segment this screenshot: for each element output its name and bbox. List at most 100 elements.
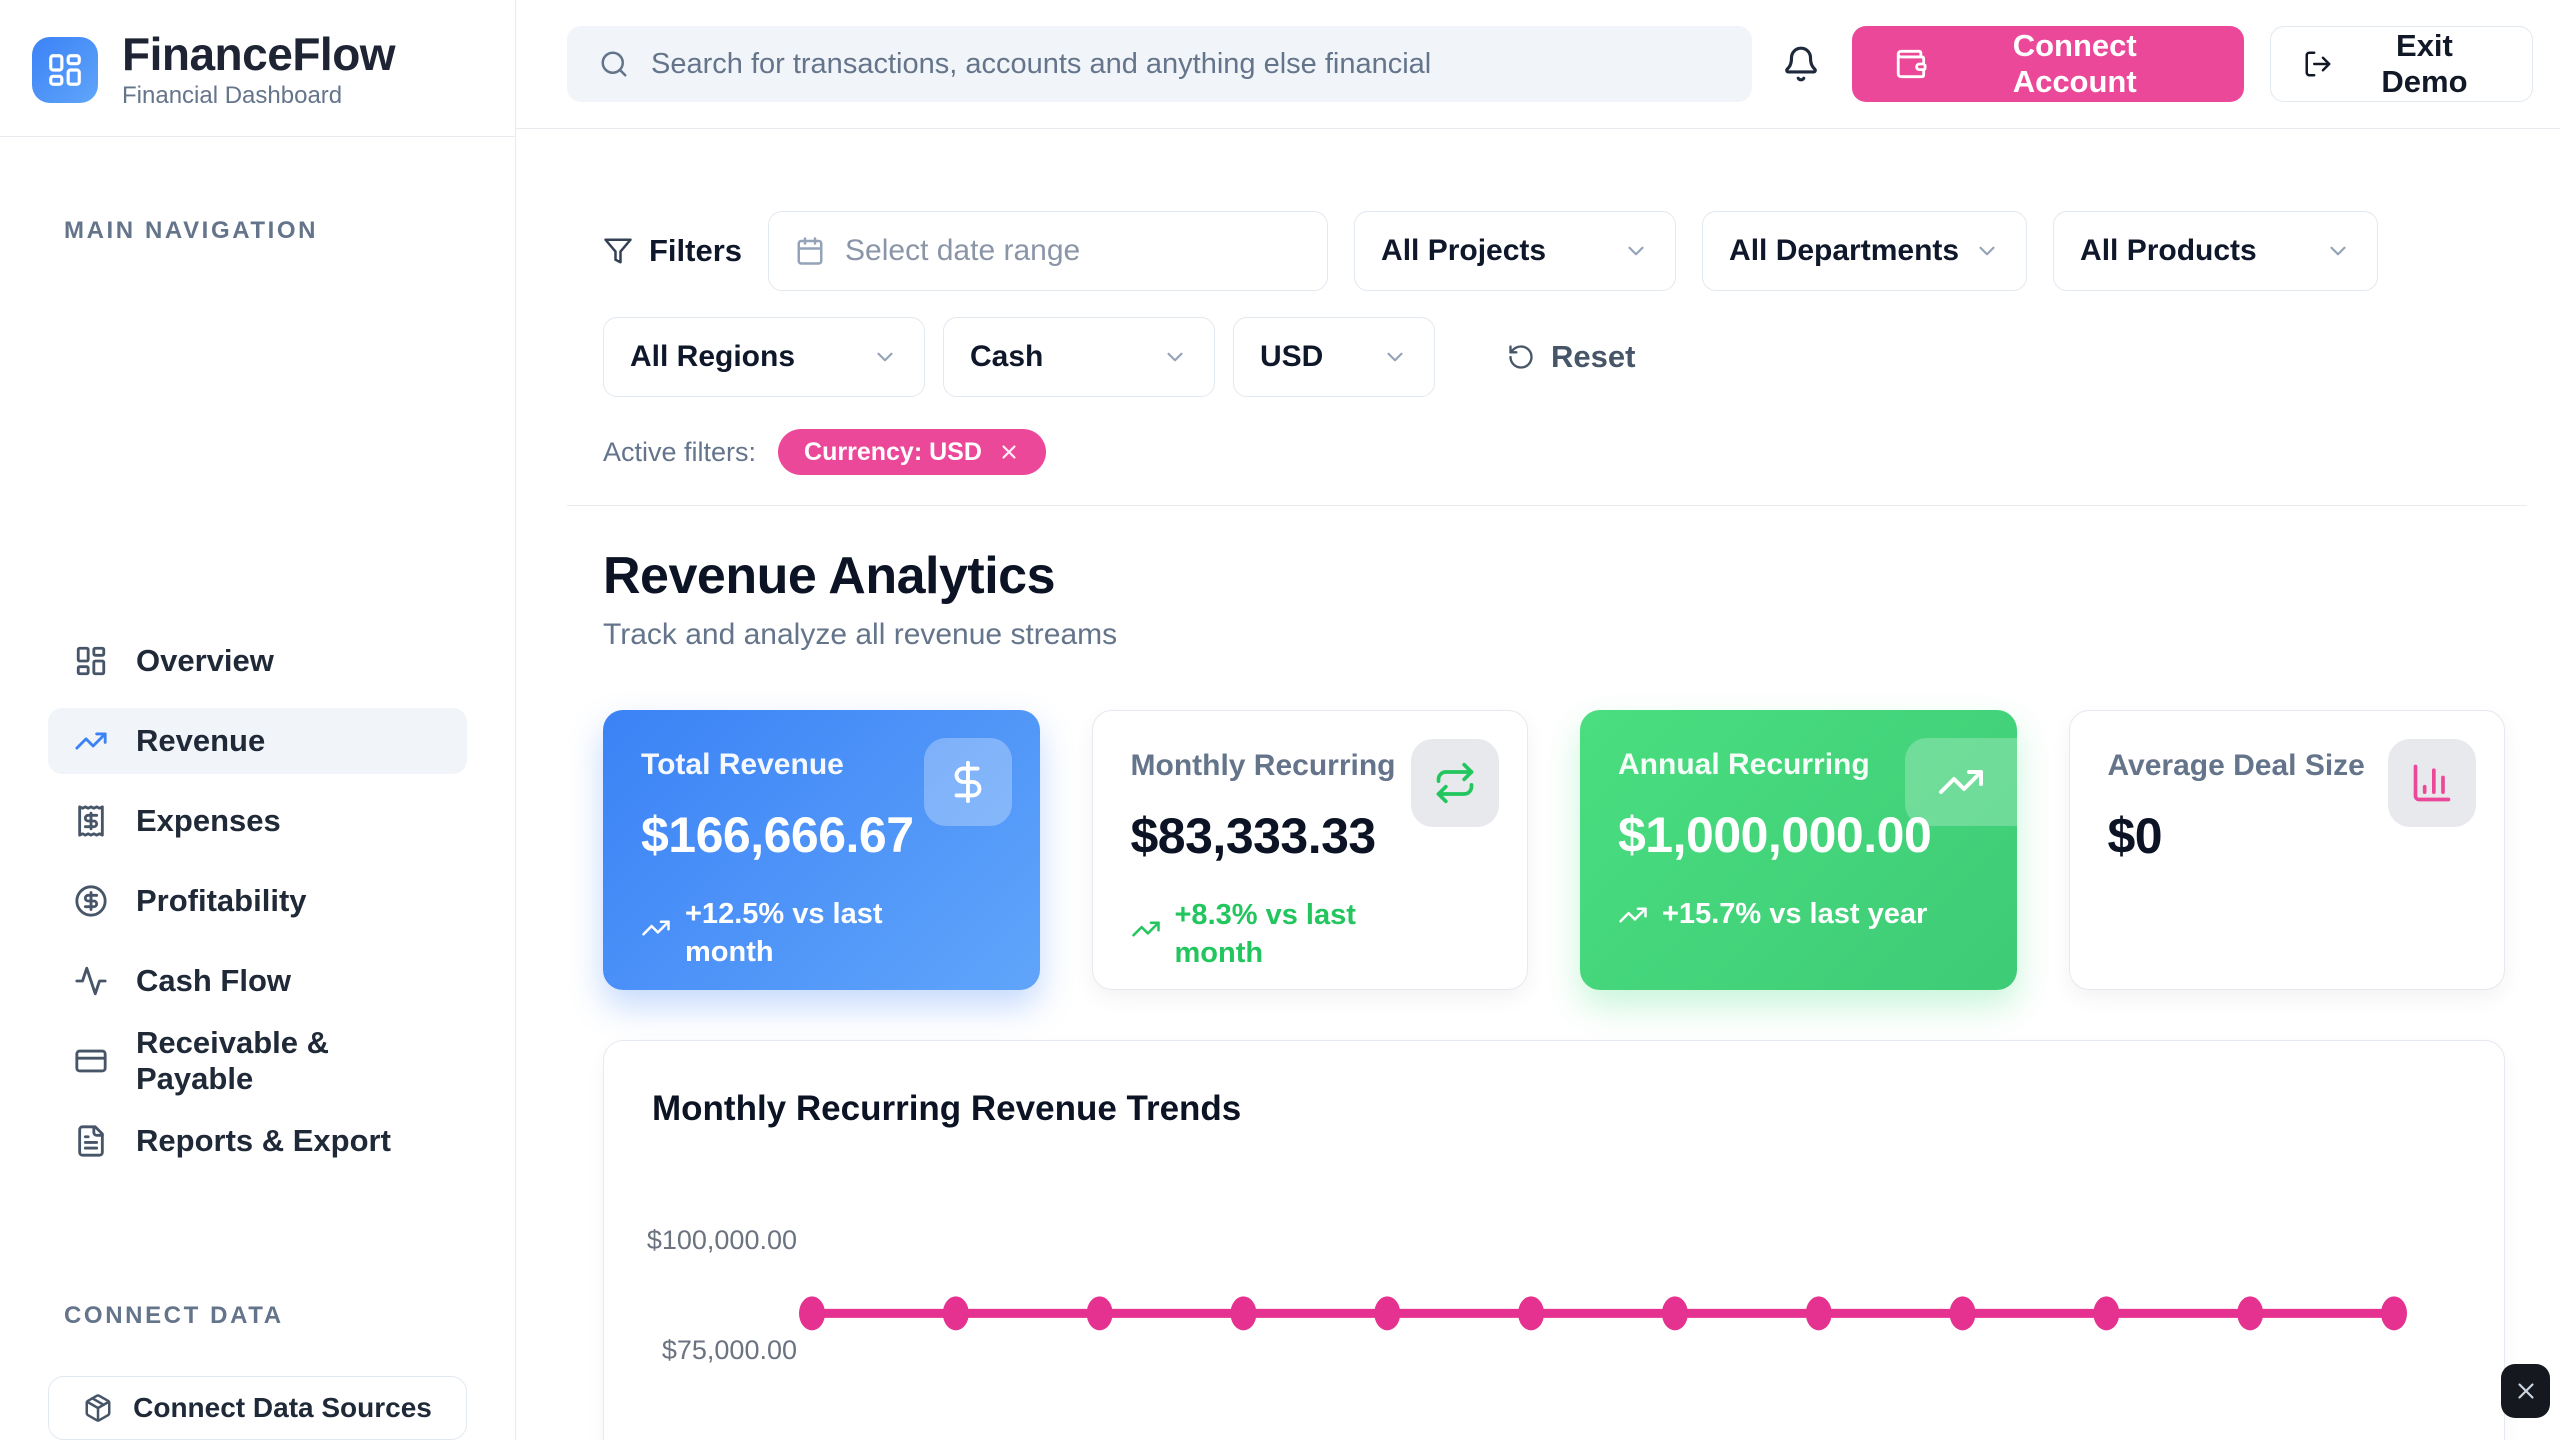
sidebar-item-reports-export[interactable]: Reports & Export <box>48 1108 467 1174</box>
sidebar-item-receivable-payable[interactable]: Receivable & Payable <box>48 1028 467 1094</box>
filters-row-2: All Regions Cash USD Reset <box>603 317 2505 397</box>
sidebar-item-cash-flow[interactable]: Cash Flow <box>48 948 467 1014</box>
content: Filters Select date range All Projects A… <box>516 129 2560 1440</box>
accounting-basis-select[interactable]: Cash <box>943 317 1215 397</box>
trending-up-icon <box>641 913 671 954</box>
search-input[interactable] <box>649 47 1720 82</box>
main-nav: Overview Revenue Expenses Profitability … <box>0 628 515 1174</box>
active-filters-row: Active filters: Currency: USD <box>603 429 2505 475</box>
date-range-input[interactable]: Select date range <box>768 211 1328 291</box>
mrr-data-point <box>2237 1296 2263 1330</box>
metric-change-text: +12.5% vs last month <box>685 896 957 971</box>
sidebar-item-overview[interactable]: Overview <box>48 628 467 694</box>
mrr-data-point <box>1518 1296 1544 1330</box>
x-icon[interactable] <box>998 441 1020 463</box>
mrr-data-point <box>2093 1296 2119 1330</box>
file-text-icon <box>74 1124 108 1158</box>
connect-account-label: Connect Account <box>1947 28 2202 100</box>
trending-up-icon <box>1131 914 1161 955</box>
bell-icon <box>1782 45 1820 83</box>
mrr-data-point <box>1374 1296 1400 1330</box>
mrr-data-point <box>943 1296 969 1330</box>
connect-data-sources-button[interactable]: Connect Data Sources <box>48 1376 467 1440</box>
exit-demo-button[interactable]: Exit Demo <box>2270 26 2533 102</box>
sidebar-item-label: Expenses <box>136 803 281 839</box>
mrr-data-point <box>1662 1296 1688 1330</box>
sidebar-item-label: Receivable & Payable <box>136 1025 441 1097</box>
metric-change: +15.7% vs last year <box>1618 896 1979 934</box>
metric-card-average-deal-size: Average Deal Size $0 <box>2069 710 2506 990</box>
nav-heading-main: MAIN NAVIGATION <box>0 217 515 586</box>
filters-row-1: Filters Select date range All Projects A… <box>603 211 2505 291</box>
repeat-icon <box>1411 739 1499 827</box>
main-area: Connect Account Exit Demo Filters Select… <box>516 0 2560 1440</box>
active-filters-label: Active filters: <box>603 437 756 468</box>
filters-label: Filters <box>603 233 742 269</box>
metric-change-text: +8.3% vs last month <box>1175 897 1447 972</box>
section-divider <box>567 505 2527 506</box>
search-icon <box>599 49 629 79</box>
receipt-icon <box>74 804 108 838</box>
metric-card-monthly-recurring: Monthly Recurring $83,333.33 +8.3% vs la… <box>1092 710 1529 990</box>
metric-card-annual-recurring: Annual Recurring $1,000,000.00 +15.7% vs… <box>1580 710 2017 990</box>
circle-dollar-icon <box>74 884 108 918</box>
departments-select[interactable]: All Departments <box>1702 211 2027 291</box>
mrr-data-point <box>1950 1296 1976 1330</box>
projects-select[interactable]: All Projects <box>1354 211 1676 291</box>
app-logo-icon <box>32 37 98 103</box>
metric-change: +8.3% vs last month <box>1131 897 1490 972</box>
nav-heading-connect-data: CONNECT DATA <box>0 1302 515 1330</box>
products-select-value: All Products <box>2080 234 2257 268</box>
sidebar-item-expenses[interactable]: Expenses <box>48 788 467 854</box>
projects-select-value: All Projects <box>1381 234 1546 268</box>
activity-icon <box>74 964 108 998</box>
sidebar-item-label: Cash Flow <box>136 963 291 999</box>
connect-data-sources-label: Connect Data Sources <box>133 1392 432 1424</box>
regions-select[interactable]: All Regions <box>603 317 925 397</box>
chevron-down-icon <box>872 344 898 370</box>
mrr-chart-svg <box>604 1041 2505 1440</box>
trending-up-icon <box>1618 900 1648 930</box>
page-title: Revenue Analytics <box>603 546 2505 606</box>
sidebar-item-label: Reports & Export <box>136 1123 391 1159</box>
app-name: FinanceFlow <box>122 30 395 78</box>
chevron-down-icon <box>1623 238 1649 264</box>
funnel-icon <box>603 236 633 266</box>
reset-filters-button[interactable]: Reset <box>1501 338 1641 376</box>
mrr-data-point <box>1230 1296 1256 1330</box>
mrr-data-point <box>799 1296 825 1330</box>
metric-change-text: +15.7% vs last year <box>1662 896 1927 934</box>
sidebar-divider <box>0 136 515 137</box>
layout-dashboard-icon <box>74 644 108 678</box>
notifications-button[interactable] <box>1774 37 1828 91</box>
departments-select-value: All Departments <box>1729 234 1959 268</box>
currency-select[interactable]: USD <box>1233 317 1435 397</box>
rotate-ccw-icon <box>1507 343 1535 371</box>
filters-text: Filters <box>649 233 742 269</box>
chip-label: Currency: USD <box>804 438 982 467</box>
credit-card-icon <box>74 1044 108 1078</box>
chevron-down-icon <box>1974 238 2000 264</box>
chevron-down-icon <box>1382 344 1408 370</box>
accounting-basis-value: Cash <box>970 340 1043 374</box>
app-tagline: Financial Dashboard <box>122 82 395 110</box>
currency-select-value: USD <box>1260 340 1323 374</box>
metric-change: +12.5% vs last month <box>641 896 1002 971</box>
x-icon <box>2513 1378 2539 1404</box>
mrr-data-point <box>2381 1296 2407 1330</box>
calendar-icon <box>795 236 825 266</box>
date-range-placeholder: Select date range <box>845 234 1080 268</box>
mrr-data-point <box>1087 1296 1113 1330</box>
regions-select-value: All Regions <box>630 340 795 374</box>
active-filter-chip-currency[interactable]: Currency: USD <box>778 429 1046 475</box>
app-root: FinanceFlow Financial Dashboard MAIN NAV… <box>0 0 2560 1440</box>
sidebar: FinanceFlow Financial Dashboard MAIN NAV… <box>0 0 516 1440</box>
reset-label: Reset <box>1551 339 1635 375</box>
metric-card-total-revenue: Total Revenue $166,666.67 +12.5% vs last… <box>603 710 1040 990</box>
chevron-down-icon <box>1162 344 1188 370</box>
products-select[interactable]: All Products <box>2053 211 2378 291</box>
connect-account-button[interactable]: Connect Account <box>1852 26 2245 102</box>
overlay-close-button[interactable] <box>2501 1364 2550 1418</box>
sidebar-item-profitability[interactable]: Profitability <box>48 868 467 934</box>
sidebar-item-revenue[interactable]: Revenue <box>48 708 467 774</box>
